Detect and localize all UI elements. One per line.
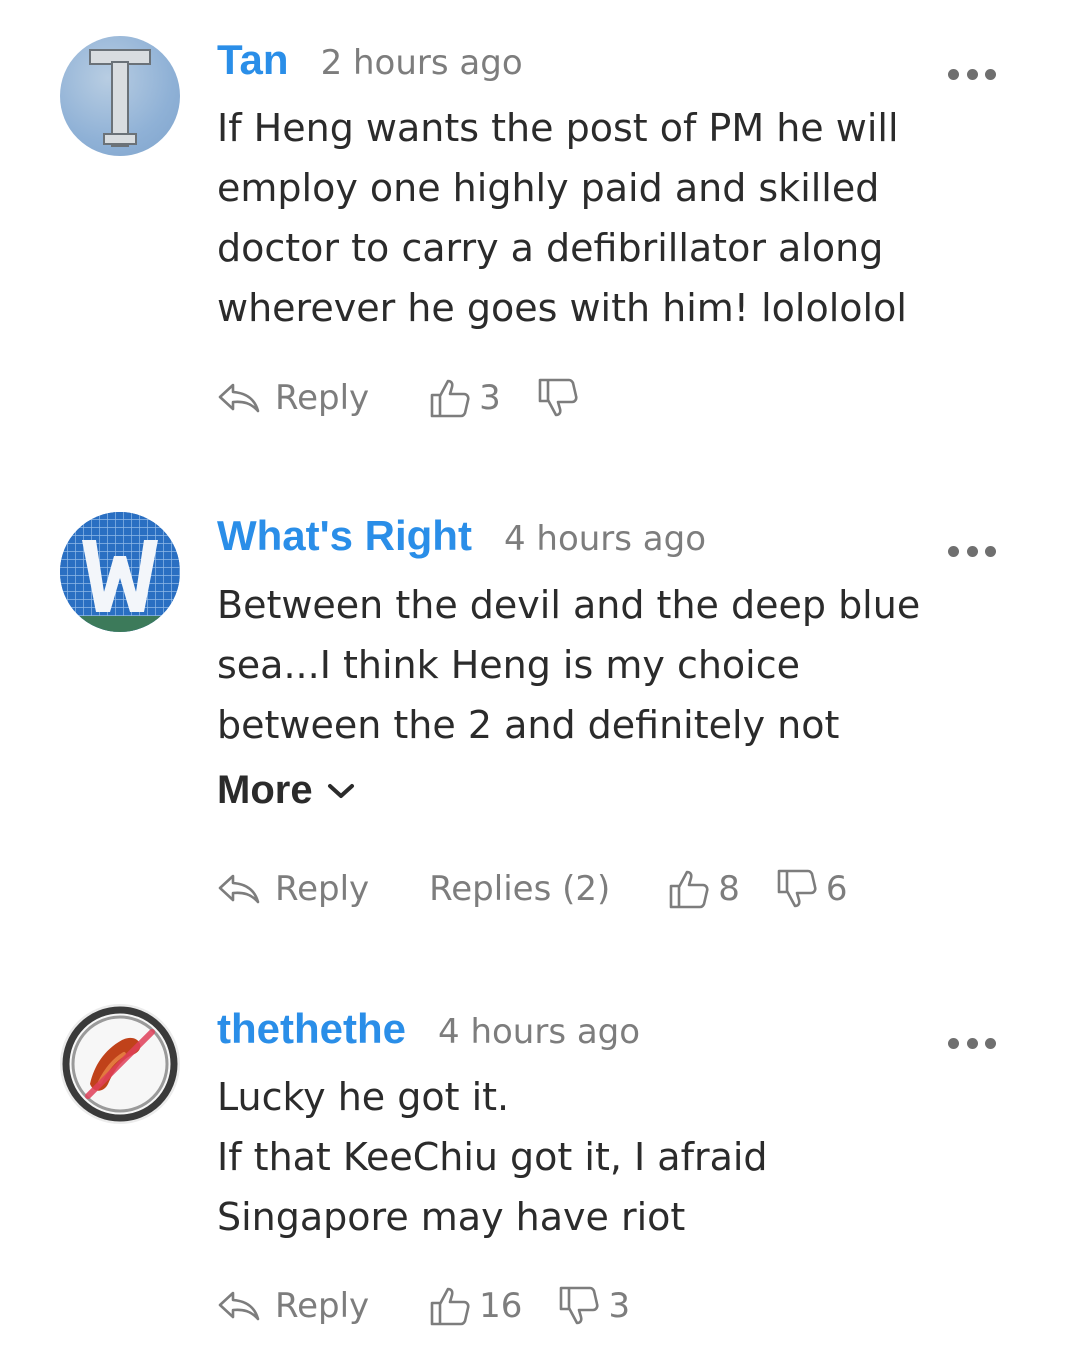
thumbs-up-icon [669,870,709,909]
thumbs-down-icon [777,869,817,908]
comment-line: If Heng wants the post of PM he will [217,106,899,150]
comment-actions: Reply 16 3 [217,1281,630,1331]
dislike-button[interactable]: 6 [776,868,848,910]
dislike-button[interactable]: 3 [558,1285,630,1327]
chicken-wing-no-sign-icon [62,1006,178,1122]
avatar[interactable]: T [60,36,180,156]
like-count: 3 [479,378,501,418]
author-name[interactable]: Tan [217,36,289,84]
like-count: 8 [718,869,740,909]
reply-arrow-icon [218,383,260,413]
reply-arrow-icon [218,874,260,904]
comment-line: wherever he goes with him! lolololol [217,286,907,330]
reply-label: Reply [275,378,370,418]
avatar[interactable] [60,1004,180,1124]
avatar-letter-w: W [60,512,180,632]
comment-actions: Reply 3 [217,373,587,423]
comment-line: Lucky he got it. [217,1075,510,1119]
comment-header: What's Right 4 hours ago [217,512,706,572]
reply-arrow-icon [218,1291,260,1321]
author-name[interactable]: thethethe [217,1005,406,1053]
replies-label: Replies (2) [429,869,611,909]
author-name[interactable]: What's Right [217,512,472,560]
timestamp: 2 hours ago [320,43,523,83]
reply-label: Reply [275,1286,370,1326]
reply-label: Reply [275,869,370,909]
chevron-down-icon [327,783,354,798]
comment-line: employ one highly paid and skilled [217,166,880,210]
comment-body: Lucky he got it. If that KeeChiu got it,… [217,1067,977,1247]
comment-header: thethethe 4 hours ago [217,1005,640,1065]
dislike-button[interactable] [537,377,587,419]
like-button[interactable]: 16 [429,1285,522,1327]
comment-actions: Reply Replies (2) 8 6 [217,864,848,914]
comment-body: If Heng wants the post of PM he will emp… [217,98,977,338]
comment-line: doctor to carry a defibrillator along [217,226,884,270]
comment-line: between the 2 and definitely not [217,703,840,747]
comment-line: sea...I think Heng is my choice [217,643,801,687]
comment-line: If that KeeChiu got it, I afraid [217,1135,768,1179]
reply-button[interactable]: Reply [217,378,369,418]
thumbs-down-icon [538,378,578,417]
avatar-letter-t: T [89,49,151,147]
expand-more-button[interactable]: More [217,768,355,813]
more-label: More [217,768,313,812]
like-button[interactable]: 3 [429,377,501,419]
dislike-count: 6 [825,869,848,909]
thumbs-down-icon [560,1286,599,1325]
view-replies-button[interactable]: Replies (2) [429,869,610,909]
timestamp: 4 hours ago [438,1012,641,1052]
thumbs-up-icon [430,1287,470,1326]
dislike-count: 3 [608,1286,631,1326]
comment-body: Between the devil and the deep blue sea.… [217,575,977,755]
svg-text:W: W [120,581,121,583]
more-options-icon[interactable] [948,66,996,82]
like-count: 16 [479,1286,523,1326]
comment-line: Between the devil and the deep blue [217,583,921,627]
comment-line: Singapore may have riot [217,1195,686,1239]
thumbs-up-icon [430,379,470,418]
more-options-icon[interactable] [948,1035,996,1051]
like-button[interactable]: 8 [668,868,740,910]
avatar[interactable]: W [60,512,180,632]
timestamp: 4 hours ago [503,519,707,559]
comment-header: Tan 2 hours ago [217,36,523,96]
reply-button[interactable]: Reply [217,1286,369,1326]
more-options-icon[interactable] [948,543,996,559]
reply-button[interactable]: Reply [217,869,369,909]
